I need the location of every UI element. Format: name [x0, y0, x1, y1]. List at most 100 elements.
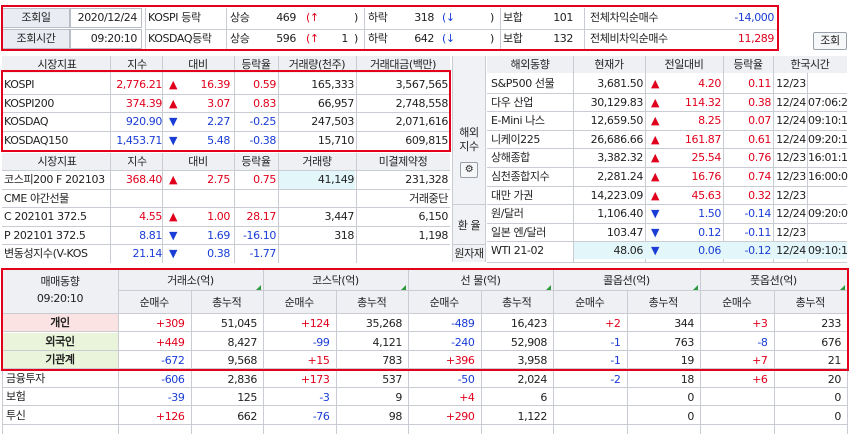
futures-header-5: 미결제약정 [378, 155, 428, 168]
kosdaq-up-arrow: (↑ [306, 32, 319, 45]
overseas-row-7-time: 09:20:08 [808, 207, 848, 221]
overseas-row-9-change: 0.06 [698, 244, 721, 258]
investor-row-1-value-6: -1 [610, 335, 621, 349]
overseas-row-9-name: WTI 21-02 [491, 244, 544, 258]
overseas-row-4-date: 12/23 [776, 151, 806, 165]
overseas-row-4-price: 3,382.32 [597, 151, 643, 165]
futures-header-2: 대비 [188, 155, 208, 168]
overseas-row-7-name: 원/달러 [491, 207, 524, 221]
overseas-row-5-date: 12/23 [776, 170, 806, 183]
index-row-1-volume: 66,957 [317, 96, 354, 110]
investor-row-5-value-4: +290 [445, 409, 475, 423]
futures-row-4-name: 변동성지수(V-KOS [4, 247, 88, 260]
kosdaq-net-label: 전체비차익순매수 [590, 32, 668, 45]
futures-row-3-rate: -16.10 [242, 228, 276, 242]
kospi-down-count: 318 [414, 11, 434, 24]
investor-row-5-value-1: 662 [237, 409, 257, 423]
investor-group-3: 콜옵션(억) [603, 274, 650, 287]
date-field[interactable]: 2020/12/24 [70, 8, 142, 28]
futures-row-0-volume: 41,149 [317, 173, 354, 186]
overseas-row-1-price: 30,129.83 [590, 95, 643, 109]
overseas-label: 해외 지수 [459, 126, 479, 153]
investor-row-5-value-0: +126 [155, 409, 185, 423]
futures-row-0-rate: 0.75 [253, 173, 276, 186]
kospi-up-arrow: (↑ [306, 11, 319, 24]
query-button[interactable]: 조회 [813, 32, 847, 50]
investor-row-3-name: 금융투자 [6, 371, 45, 385]
overseas-row-3-rate: 0.61 [748, 132, 771, 146]
investor-row-2-value-4: +396 [445, 354, 475, 367]
index-row-1-change: 3.07 [207, 96, 230, 110]
time-field[interactable]: 09:20:10 [70, 29, 142, 49]
index-row-1-amount: 2,748,558 [395, 96, 448, 110]
investor-row-4-value-4: +4 [459, 391, 475, 404]
investor-row-1-value-4: -240 [451, 335, 475, 349]
overseas-row-9-arrow: ▼ [650, 244, 660, 258]
index-row-2-value: 920.90 [125, 115, 162, 128]
investor-row-1-value-8: -8 [757, 335, 768, 349]
index-row-0-arrow: ▲ [168, 78, 178, 91]
overseas-row-7-date: 12/24 [776, 207, 806, 221]
overseas-row-5-price: 2,281.24 [597, 170, 643, 183]
investor-row-1-value-9: 676 [821, 335, 841, 349]
overseas-row-6-arrow: ▲ [650, 188, 660, 202]
investor-row-1-value-1: 8,427 [227, 335, 258, 349]
investor-row-2-value-2: +15 [307, 354, 330, 367]
overseas-row-6-rate: 0.32 [748, 188, 771, 202]
futures-row-3-value: 8.81 [139, 228, 162, 242]
investor-subheader-2: 순매수 [284, 296, 315, 309]
overseas-row-1-change: 114.32 [684, 95, 721, 109]
kospi-flat-label: 보합 [503, 11, 523, 24]
futures-header-3: 등락율 [241, 155, 271, 168]
kosdaq-upper-limit-count: 1 [341, 32, 348, 45]
futures-row-3-name: P 202101 372.5 [4, 228, 86, 242]
futures-row-2-rate: 28.17 [246, 210, 277, 223]
index-row-3-value: 1,453.71 [116, 133, 162, 147]
kosdaq-down-count: 642 [414, 32, 434, 45]
futures-row-3-arrow: ▼ [168, 228, 178, 242]
overseas-row-5-time: 16:00:03 [808, 170, 848, 183]
investor-row-0-name: 개인 [2, 314, 118, 332]
index-header-1: 지수 [127, 58, 147, 71]
futures-row-2-name: C 202101 372.5 [4, 210, 87, 223]
overseas-row-2-name: E-Mini 나스 [491, 114, 545, 128]
overseas-row-4-name: 상해종합 [491, 151, 530, 165]
kospi-down-paren: ) [490, 11, 494, 24]
overseas-row-9-date: 12/24 [776, 244, 806, 258]
investor-subheader-3: 총누적 [357, 296, 387, 309]
overseas-row-0-name: S&P500 선물 [491, 77, 555, 90]
investor-group-0: 거래소(억) [167, 274, 214, 287]
investor-row-2-value-8: +7 [752, 354, 768, 367]
investor-row-0-value-3: 35,268 [365, 317, 402, 330]
investor-row-3-value-7: 18 [680, 372, 694, 386]
index-row-2-name: KOSDAQ [4, 115, 49, 128]
kosdaq-flat-label: 보합 [503, 32, 523, 45]
investor-subheader-5: 총누적 [502, 296, 532, 309]
investor-row-3-value-0: -606 [161, 372, 185, 386]
overseas-row-3-change: 161.87 [684, 132, 721, 146]
overseas-row-5-name: 심천종합지수 [491, 170, 550, 183]
investor-row-4-value-5: 6 [540, 391, 547, 404]
date-label: 조회일 [2, 8, 70, 28]
overseas-row-1-time: 07:06:28 [808, 95, 848, 109]
index-row-2-volume: 247,503 [311, 115, 354, 128]
futures-row-3-change: 1.69 [207, 228, 230, 242]
futures-row-4-change: 0.38 [207, 247, 230, 260]
settings-gear-icon[interactable]: ⚙ [460, 162, 478, 178]
investor-row-3-value-9: 20 [827, 372, 841, 386]
overseas-row-8-name: 일본 엔/달러 [491, 225, 547, 239]
overseas-row-1-name: 다우 산업 [491, 95, 533, 109]
investor-row-0-value-8: +3 [752, 317, 768, 330]
index-row-2-amount: 2,071,616 [395, 115, 448, 128]
kosdaq-down-label: 하락 [368, 32, 388, 45]
overseas-row-2-price: 12,659.50 [590, 114, 643, 128]
kosdaq-down-arrow: (↓ [442, 32, 455, 45]
index-row-3-arrow: ▼ [168, 133, 178, 147]
kosdaq-up-paren: ) [354, 32, 358, 45]
index-header-3: 등락율 [241, 58, 271, 71]
investor-subheader-9: 총누적 [795, 296, 826, 309]
investor-subheader-6: 순매수 [575, 296, 605, 309]
overseas-row-0-change: 4.20 [698, 77, 721, 90]
investor-row-3-value-2: +173 [300, 372, 330, 386]
commodity-label: 원자재 [454, 247, 484, 260]
